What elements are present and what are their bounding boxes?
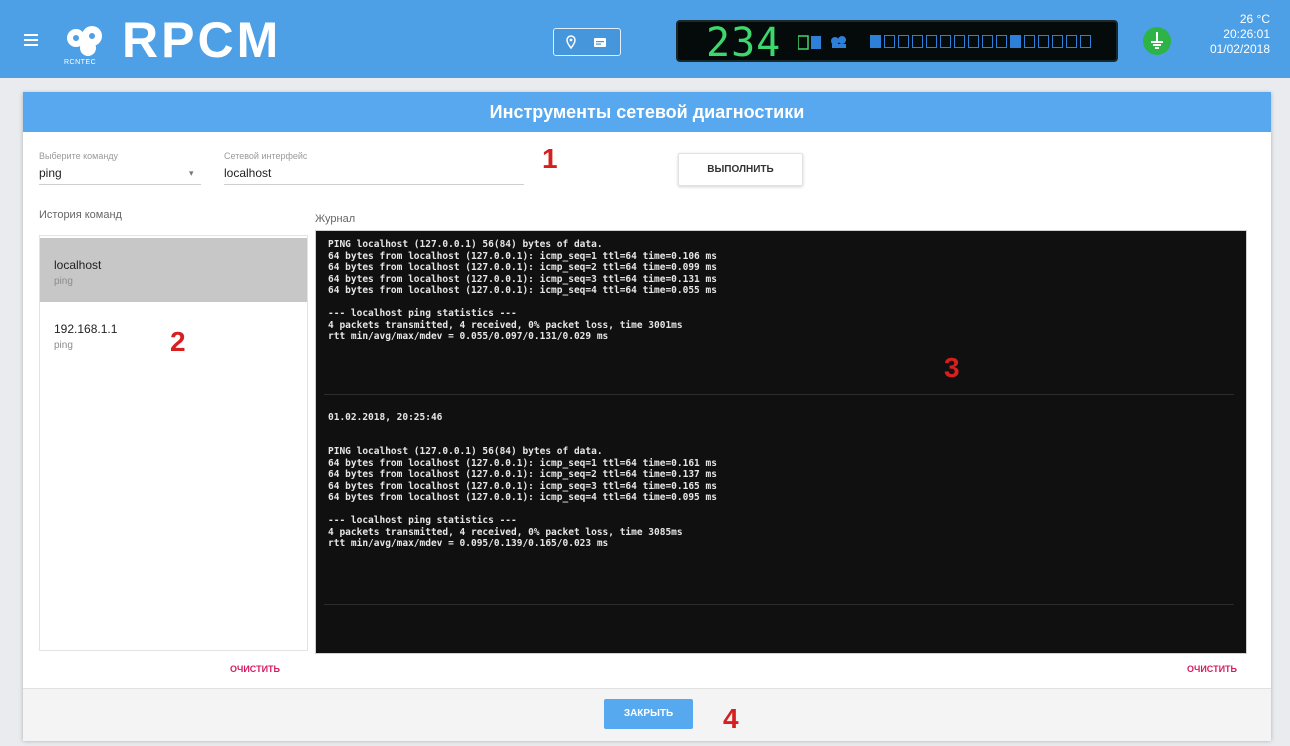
execute-button[interactable]: ВЫПОЛНИТЬ [678,153,803,186]
history-item-title: localhost [54,258,102,272]
close-button[interactable]: ЗАКРЫТЬ [604,699,693,729]
clear-log-button[interactable]: ОЧИСТИТЬ [1187,664,1237,674]
address-input-underline [224,184,524,185]
log-label: Журнал [315,213,356,225]
history-item-command: ping [54,340,73,351]
outlet-indicators [870,35,1091,48]
system-status: 26 °C 20:26:01 01/02/2018 [1196,12,1270,57]
history-item-localhost[interactable]: localhost ping [40,238,307,302]
display-indicator-icons [798,35,846,50]
annotation-marker-4: 4 [723,703,739,734]
annotation-marker-3: 3 [944,352,960,383]
chevron-down-icon[interactable]: ▾ [189,168,194,179]
log-block-2: PING localhost (127.0.0.1) 56(84) bytes … [328,446,717,549]
log-console[interactable]: PING localhost (127.0.0.1) 56(84) bytes … [315,230,1247,654]
annotation-marker-2: 2 [170,326,186,357]
annotation-marker-1: 1 [542,143,558,174]
log-timestamp: 01.02.2018, 20:25:46 [328,412,443,423]
history-item-title: 192.168.1.1 [54,322,118,336]
clock-time: 20:26:01 [1223,27,1270,41]
network-diagnostics-dialog: Инструменты сетевой диагностики Выберите… [23,92,1271,741]
card-icon[interactable] [592,34,608,50]
ground-status-icon [1143,27,1171,55]
dialog-title: Инструменты сетевой диагностики [23,92,1271,132]
address-input-label: Сетевой интерфейс [224,151,308,161]
temperature: 26 °C [1239,12,1270,26]
dialog-footer: ЗАКРЫТЬ [23,688,1271,741]
clock-date: 01/02/2018 [1209,42,1270,56]
clear-history-button[interactable]: ОЧИСТИТЬ [230,664,280,674]
log-separator [324,604,1234,605]
top-bar: RCNTEC RPCM 234 26 °C 20:26:01 01/02/201… [0,0,1290,78]
log-separator [324,394,1234,395]
hamburger-menu-icon[interactable] [24,34,38,46]
brand-subtitle: RCNTEC [64,59,97,66]
address-input[interactable]: localhost [224,166,271,180]
history-item-command: ping [54,276,73,287]
display-value: 234 [706,20,782,66]
command-select-underline [39,184,201,185]
command-select[interactable]: ping [39,166,62,180]
log-block-1: PING localhost (127.0.0.1) 56(84) bytes … [328,239,717,342]
brand-logo-icon [67,26,102,56]
command-history-list: localhost ping 192.168.1.1 ping [39,235,308,651]
command-select-label: Выберите команду [39,151,119,161]
tools-group [553,28,621,56]
history-label: История команд [39,209,122,221]
status-display: 234 [676,20,1118,66]
brand-title: RPCM [122,12,282,68]
location-pin-icon[interactable] [563,34,579,50]
